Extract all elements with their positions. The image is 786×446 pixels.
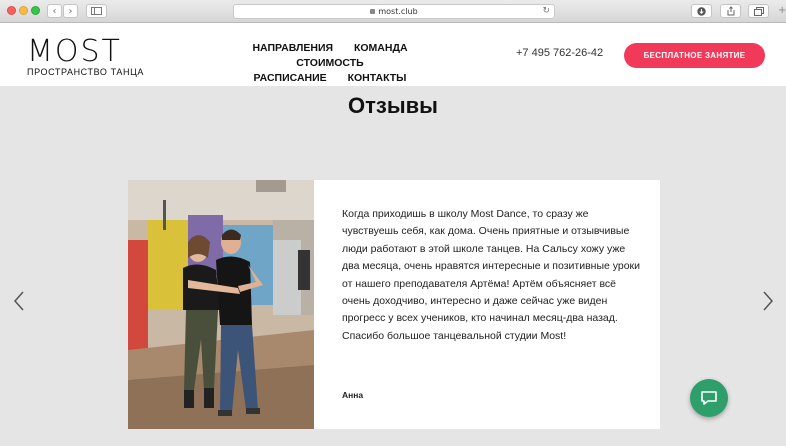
forward-button[interactable]: › bbox=[63, 4, 78, 18]
download-icon bbox=[697, 6, 706, 16]
chevron-left-icon[interactable] bbox=[13, 290, 25, 312]
close-window-button[interactable] bbox=[7, 6, 16, 15]
free-lesson-button[interactable]: БЕСПЛАТНОЕ ЗАНЯТИЕ bbox=[624, 43, 765, 68]
nav-directions[interactable]: НАПРАВЛЕНИЯ bbox=[252, 42, 333, 54]
sidebar-icon bbox=[91, 7, 102, 15]
phone-number[interactable]: +7 495 762-26-42 bbox=[516, 47, 603, 59]
tabs-overview-button[interactable] bbox=[748, 4, 769, 18]
chat-bubble-icon bbox=[701, 391, 717, 405]
share-button[interactable] bbox=[720, 4, 741, 18]
share-icon bbox=[727, 6, 734, 16]
review-author: Анна bbox=[342, 390, 364, 400]
minimize-window-button[interactable] bbox=[19, 6, 28, 15]
new-tab-icon[interactable]: + bbox=[778, 5, 786, 16]
review-text: Когда приходишь в школу Most Dance, то с… bbox=[342, 208, 641, 342]
browser-toolbar: ‹ › most.club ↻ + bbox=[0, 0, 786, 23]
lock-icon bbox=[370, 9, 376, 14]
main-nav: НАПРАВЛЕНИЯ КОМАНДА СТОИМОСТЬ РАСПИСАНИЕ… bbox=[205, 41, 455, 86]
section-title: Отзывы bbox=[348, 93, 438, 118]
logo[interactable]: MOST ПРОСТРАНСТВО ТАНЦА bbox=[27, 34, 144, 78]
nav-contacts[interactable]: КОНТАКТЫ bbox=[348, 72, 407, 84]
chevron-right-icon: › bbox=[68, 5, 73, 17]
nav-pricing[interactable]: СТОИМОСТЬ bbox=[296, 57, 363, 69]
chat-button[interactable] bbox=[690, 379, 728, 417]
zoom-window-button[interactable] bbox=[31, 6, 40, 15]
url-text: most.club bbox=[378, 7, 418, 16]
chevron-right-icon[interactable] bbox=[762, 290, 774, 312]
chevron-left-icon: ‹ bbox=[52, 5, 57, 17]
sidebar-button[interactable] bbox=[86, 4, 107, 18]
address-bar[interactable]: most.club ↻ bbox=[233, 4, 555, 19]
back-button[interactable]: ‹ bbox=[47, 4, 62, 18]
tabs-icon bbox=[753, 6, 764, 16]
review-photo bbox=[128, 180, 314, 429]
nav-team[interactable]: КОМАНДА bbox=[354, 42, 408, 54]
downloads-button[interactable] bbox=[691, 4, 712, 18]
reload-icon[interactable]: ↻ bbox=[542, 5, 550, 18]
logo-tagline: ПРОСТРАНСТВО ТАНЦА bbox=[27, 67, 144, 77]
review-card: Когда приходишь в школу Most Dance, то с… bbox=[128, 180, 660, 429]
logo-wordmark: MOST bbox=[27, 34, 122, 69]
site-header: MOST ПРОСТРАНСТВО ТАНЦА НАПРАВЛЕНИЯ КОМА… bbox=[0, 23, 786, 86]
nav-schedule[interactable]: РАСПИСАНИЕ bbox=[254, 72, 327, 84]
